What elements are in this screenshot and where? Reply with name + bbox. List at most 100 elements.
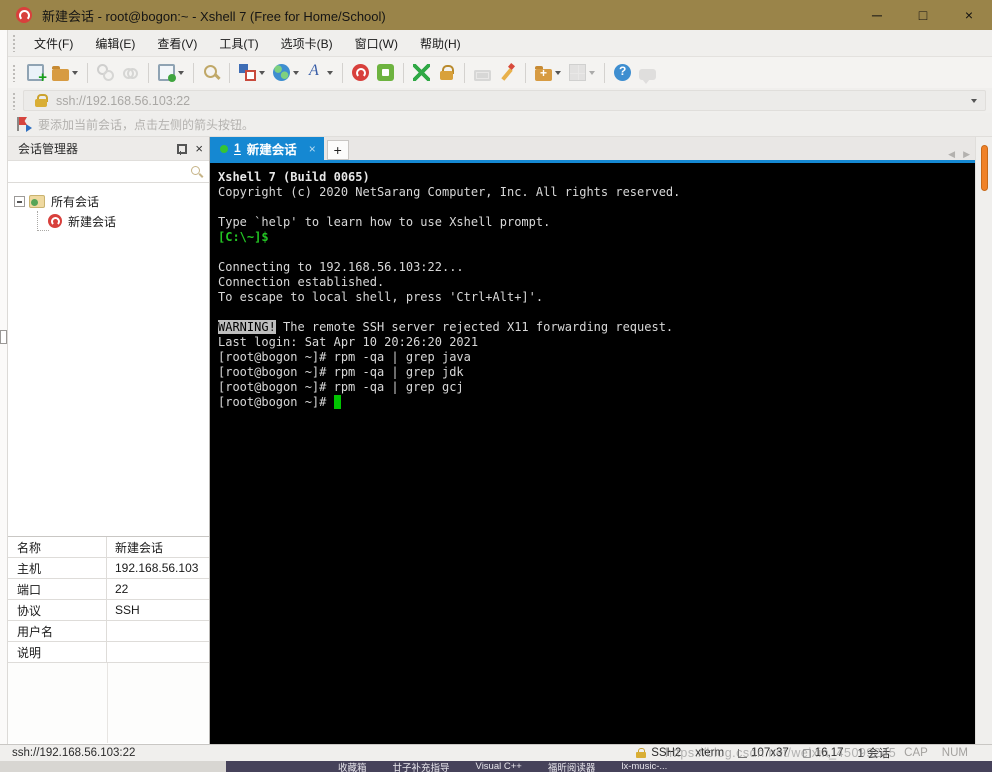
session-properties-icon [158, 64, 176, 82]
address-bar-row: ssh://192.168.56.103:22 [0, 88, 992, 113]
new-folder-dropdown-icon[interactable] [555, 70, 561, 75]
tab-label: 新建会话 [246, 143, 297, 157]
close-button[interactable]: × [946, 0, 992, 30]
toolbar-separator [342, 62, 343, 83]
sessions-folder-icon [29, 194, 45, 208]
terminal-line: Connecting to 192.168.56.103:22... [218, 260, 464, 274]
tab-scroll-right-icon[interactable]: ▶ [963, 149, 970, 160]
lock-gold-icon [438, 64, 455, 81]
minimize-button[interactable]: ─ [854, 0, 900, 30]
background-window-edge [0, 30, 8, 760]
property-row: 用户名 [8, 621, 209, 642]
font-dropdown-icon[interactable] [327, 70, 333, 75]
background-taskbar-item: 收藏箱 [338, 762, 367, 772]
web-dropdown-icon[interactable] [293, 70, 299, 75]
tile-icon [569, 64, 586, 81]
terminal-line: [C:\~]$ [218, 230, 269, 244]
terminal-line: Type `help' to learn how to use Xshell p… [218, 215, 551, 229]
disconnect-button [93, 60, 118, 86]
terminal-line: [root@bogon ~]# rpm -qa | grep gcj [218, 380, 464, 394]
toolbar-items [23, 60, 660, 86]
new-folder-button[interactable] [531, 60, 565, 86]
property-label: 主机 [8, 558, 107, 578]
toolbar-separator [525, 62, 526, 83]
xftp-icon [377, 64, 394, 81]
toolbar-separator [604, 62, 605, 83]
property-label: 协议 [8, 600, 107, 620]
tree-item-all-sessions[interactable]: 所有会话 [8, 191, 209, 211]
status-right: SSH2 xterm 107x37 16,17 1 会话 CAP NUM [636, 745, 992, 761]
menu-item-tools[interactable]: 工具(T) [208, 33, 269, 55]
property-value[interactable] [107, 621, 209, 641]
menu-item-edit[interactable]: 编辑(E) [84, 33, 146, 55]
tab-session[interactable]: 1 新建会话 × [210, 137, 324, 160]
property-value[interactable] [107, 642, 209, 662]
find-button[interactable] [199, 60, 224, 86]
xshell-button[interactable] [348, 60, 373, 86]
background-strip: 收藏箱 廿子补充指导 Visual C++ 福昕阅读器 lx-music-... [0, 761, 992, 772]
fullscreen-button[interactable] [409, 60, 434, 86]
new-session-button[interactable] [23, 60, 48, 86]
menu-item-file[interactable]: 文件(F) [23, 33, 84, 55]
menubar-grip[interactable] [12, 34, 17, 52]
menu-item-help[interactable]: 帮助(H) [409, 33, 472, 55]
web-button[interactable] [269, 60, 303, 86]
property-row: 名称 新建会话 [8, 537, 209, 558]
session-tree: 所有会话 新建会话 [8, 183, 209, 536]
connected-dot-icon [220, 144, 228, 153]
session-properties-button[interactable] [154, 60, 188, 86]
terminal-cursor [333, 395, 341, 409]
session-search-input[interactable] [14, 162, 190, 181]
pin-icon[interactable] [175, 143, 188, 155]
status-cap: CAP [904, 747, 928, 759]
terminal-line: To escape to local shell, press 'Ctrl+Al… [218, 290, 544, 304]
toolbar-grip[interactable] [12, 63, 17, 82]
maximize-button[interactable]: □ [900, 0, 946, 30]
font-button[interactable] [303, 60, 337, 86]
window-controls: ─ □ × [854, 0, 992, 30]
property-row: 说明 [8, 642, 209, 663]
terminal[interactable]: Xshell 7 (Build 0065) Copyright (c) 2020 … [210, 163, 975, 744]
session-properties-dropdown-icon[interactable] [178, 70, 184, 75]
tile-dropdown-icon[interactable] [589, 70, 595, 75]
xftp-button[interactable] [373, 60, 398, 86]
terminal-line: [root@bogon ~]# [218, 395, 975, 410]
property-value[interactable]: 192.168.56.103 [107, 558, 209, 578]
terminal-line: [root@bogon ~]# rpm -qa | grep java [218, 350, 471, 364]
info-bar: 要添加当前会话，点击左侧的箭头按钮。 [0, 113, 992, 137]
web-icon [273, 64, 290, 81]
property-value[interactable]: 新建会话 [107, 537, 209, 557]
disconnect-icon [97, 64, 114, 81]
property-value[interactable]: SSH [107, 600, 209, 620]
address-dropdown-icon[interactable] [971, 98, 977, 103]
arrange-dropdown-icon[interactable] [259, 70, 265, 75]
property-value[interactable]: 22 [107, 579, 209, 599]
new-tab-button[interactable]: + [326, 140, 349, 160]
tab-close-icon[interactable]: × [309, 142, 316, 156]
highlight-button[interactable] [495, 60, 520, 86]
background-taskbar-item: Visual C++ [475, 761, 522, 772]
session-properties-table: 名称 新建会话 主机 192.168.56.103 端口 22 协议 SSH 用户名 说明 [8, 536, 209, 743]
menu-item-tab[interactable]: 选项卡(B) [270, 33, 344, 55]
flag-icon [16, 117, 32, 132]
tab-scroll-left-icon[interactable]: ◀ [948, 149, 955, 160]
search-icon [190, 165, 203, 178]
terminal-scrollbar[interactable] [975, 137, 992, 744]
lock-gold-button[interactable] [434, 60, 459, 86]
collapse-icon[interactable] [14, 195, 25, 207]
help-button[interactable] [610, 60, 635, 86]
address-bar[interactable]: ssh://192.168.56.103:22 [23, 90, 986, 111]
property-label: 用户名 [8, 621, 107, 641]
arrange-button[interactable] [235, 60, 269, 86]
menu-item-view[interactable]: 查看(V) [146, 33, 208, 55]
open-folder-dropdown-icon[interactable] [72, 70, 78, 75]
property-row: 协议 SSH [8, 600, 209, 621]
message-icon [639, 69, 656, 84]
session-search [8, 161, 209, 183]
arrange-icon [239, 64, 256, 81]
scrollbar-thumb[interactable] [981, 145, 988, 191]
addressbar-grip[interactable] [12, 91, 17, 110]
panel-close-icon[interactable]: × [195, 142, 203, 155]
open-folder-button[interactable] [48, 60, 82, 86]
menu-item-window[interactable]: 窗口(W) [344, 33, 409, 55]
